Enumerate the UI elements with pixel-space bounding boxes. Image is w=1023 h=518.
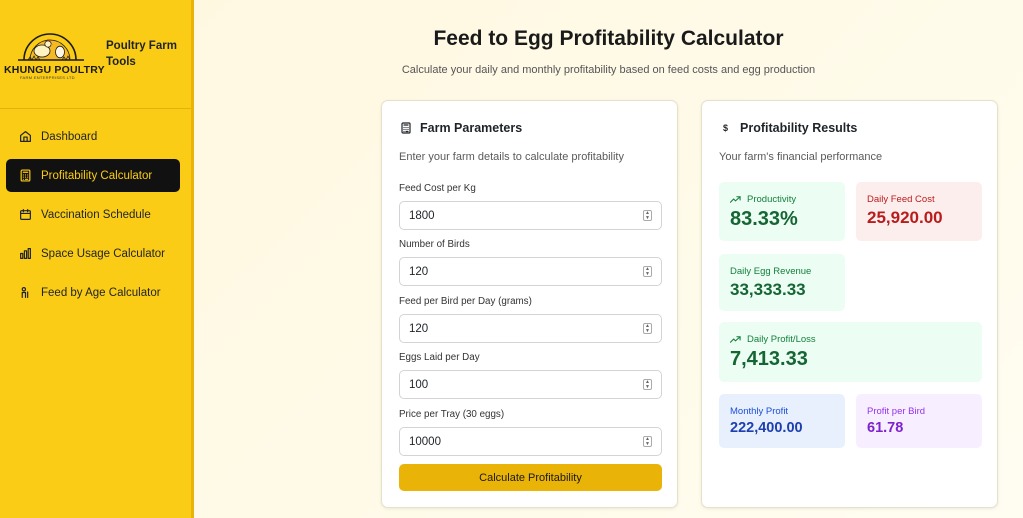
bar-chart-icon	[18, 247, 32, 261]
home-icon	[18, 130, 32, 144]
spinner-icon[interactable]: ▲ ▼	[643, 210, 652, 221]
result-label: Profit per Bird	[867, 406, 926, 417]
input-value: 100	[409, 378, 429, 391]
field-label: Feed per Bird per Day (grams)	[399, 296, 532, 307]
nav-item-label: Space Usage Calculator	[41, 247, 166, 260]
spinner-icon[interactable]: ▲ ▼	[643, 266, 652, 277]
nav-item-label: Dashboard	[41, 130, 98, 143]
price-per-tray-input[interactable]: 10000 ▲ ▼	[399, 427, 662, 456]
nav-item-space-usage-calculator[interactable]: Space Usage Calculator	[6, 237, 180, 270]
feed-per-bird-field: Feed per Bird per Day (grams) 120 ▲ ▼	[399, 296, 662, 343]
card-title-text: Farm Parameters	[420, 121, 523, 135]
calculate-profitability-button[interactable]: Calculate Profitability	[399, 464, 662, 491]
nav-item-dashboard[interactable]: Dashboard	[6, 120, 180, 153]
card-title: $ Profitability Results	[719, 121, 857, 135]
number-of-birds-input[interactable]: 120 ▲ ▼	[399, 257, 662, 286]
field-label: Number of Birds	[399, 239, 470, 250]
sidebar-nav: Dashboard Profitability Calculator Vacci…	[6, 120, 180, 315]
result-label: Daily Profit/Loss	[730, 334, 971, 345]
result-value: 33,333.33	[730, 280, 806, 299]
productivity-result: Productivity 83.33%	[719, 182, 845, 241]
result-value: 25,920.00	[867, 208, 943, 227]
profit-per-bird-result: Profit per Bird 61.78	[856, 394, 982, 448]
person-icon	[18, 286, 32, 300]
card-title: Farm Parameters	[399, 121, 522, 135]
result-label-text: Daily Profit/Loss	[747, 334, 816, 345]
nav-item-label: Feed by Age Calculator	[41, 286, 161, 299]
calendar-icon	[18, 208, 32, 222]
calculator-icon	[18, 169, 32, 183]
nav-item-label: Profitability Calculator	[41, 169, 153, 182]
page-subtitle: Calculate your daily and monthly profita…	[401, 64, 816, 76]
nav-item-feed-by-age-calculator[interactable]: Feed by Age Calculator	[6, 276, 180, 309]
nav-item-profitability-calculator[interactable]: Profitability Calculator	[6, 159, 180, 192]
result-value: 61.78	[867, 420, 904, 436]
sidebar: KHUNGU POULTRY FARM ENTERPRISES LTD Poul…	[0, 0, 194, 518]
field-label: Feed Cost per Kg	[399, 183, 476, 194]
nav-item-vaccination-schedule[interactable]: Vaccination Schedule	[6, 198, 180, 231]
trending-up-icon	[730, 335, 741, 344]
dollar-icon: $	[722, 123, 728, 133]
result-value: 222,400.00	[730, 420, 803, 436]
input-value: 120	[409, 265, 429, 278]
trending-up-icon	[730, 195, 741, 204]
feed-cost-input[interactable]: 1800 ▲ ▼	[399, 201, 662, 230]
profitability-results-card: $ Profitability Results Your farm's fina…	[701, 100, 998, 508]
field-label: Eggs Laid per Day	[399, 352, 480, 363]
field-label: Price per Tray (30 eggs)	[399, 409, 505, 420]
input-value: 10000	[409, 435, 441, 448]
result-label: Daily Feed Cost	[867, 194, 935, 205]
result-value: 83.33%	[730, 208, 798, 230]
number-of-birds-field: Number of Birds 120 ▲ ▼	[399, 239, 662, 286]
card-description: Enter your farm details to calculate pro…	[399, 151, 624, 163]
brand-header: KHUNGU POULTRY FARM ENTERPRISES LTD Poul…	[0, 0, 191, 109]
feed-cost-field: Feed Cost per Kg 1800 ▲ ▼	[399, 183, 662, 230]
result-label: Daily Egg Revenue	[730, 266, 812, 277]
price-per-tray-field: Price per Tray (30 eggs) 10000 ▲ ▼	[399, 409, 662, 456]
main-content: Feed to Egg Profitability Calculator Cal…	[194, 0, 1023, 518]
input-value: 1800	[409, 209, 435, 222]
eggs-laid-input[interactable]: 100 ▲ ▼	[399, 370, 662, 399]
spinner-icon[interactable]: ▲ ▼	[643, 379, 652, 390]
card-title-text: Profitability Results	[740, 121, 858, 135]
nav-item-label: Vaccination Schedule	[41, 208, 151, 221]
card-description: Your farm's financial performance	[719, 151, 883, 163]
result-value: 7,413.33	[730, 348, 808, 370]
brand-title: Poultry Farm Tools	[106, 40, 177, 68]
calculator-icon	[399, 122, 412, 135]
page-title: Feed to Egg Profitability Calculator	[433, 27, 784, 50]
eggs-laid-field: Eggs Laid per Day 100 ▲ ▼	[399, 352, 662, 399]
daily-profit-result: Daily Profit/Loss 7,413.33	[719, 322, 982, 382]
farm-parameters-card: Farm Parameters Enter your farm details …	[381, 100, 678, 508]
monthly-profit-result: Monthly Profit 222,400.00	[719, 394, 845, 448]
spinner-icon[interactable]: ▲ ▼	[643, 323, 652, 334]
daily-egg-revenue-result: Daily Egg Revenue 33,333.33	[719, 254, 845, 311]
spinner-icon[interactable]: ▲ ▼	[643, 436, 652, 447]
feed-per-bird-input[interactable]: 120 ▲ ▼	[399, 314, 662, 343]
result-label: Monthly Profit	[730, 406, 789, 417]
daily-feed-cost-result: Daily Feed Cost 25,920.00	[856, 182, 982, 241]
result-label: Productivity	[730, 194, 834, 205]
result-label-text: Productivity	[747, 194, 797, 205]
input-value: 120	[409, 322, 429, 335]
logo-subtext: FARM ENTERPRISES LTD	[20, 75, 75, 80]
